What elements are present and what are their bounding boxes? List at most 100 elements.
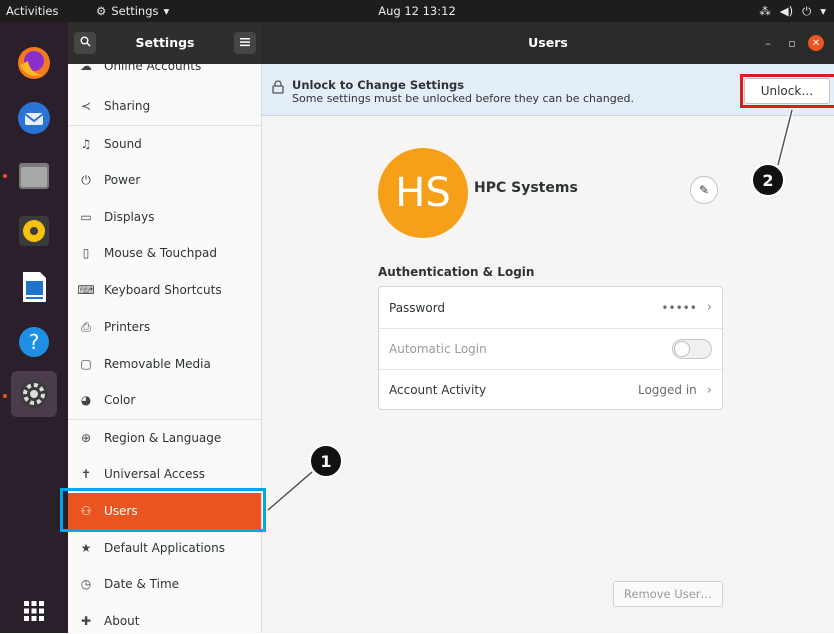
- clock-icon: ◷: [80, 577, 92, 591]
- sidebar-item-removable-media[interactable]: ▢ Removable Media: [68, 346, 261, 382]
- lock-icon: [272, 80, 286, 94]
- sidebar-item-sound[interactable]: ♫ Sound: [68, 126, 261, 162]
- search-icon: [80, 36, 91, 50]
- search-button[interactable]: [74, 32, 96, 54]
- firefox-icon[interactable]: [11, 40, 57, 86]
- sidebar-item-sharing[interactable]: ≺ Sharing: [68, 88, 261, 124]
- sidebar-item-color[interactable]: ◕ Color: [68, 382, 261, 418]
- svg-text:?: ?: [29, 330, 40, 354]
- settings-sidebar: ☁ Online Accounts ≺ Sharing ♫ Sound ⏻ Po…: [68, 64, 262, 633]
- sidebar-item-label: Displays: [104, 210, 155, 224]
- password-row[interactable]: Password ••••• ›: [379, 287, 722, 328]
- account-activity-row[interactable]: Account Activity Logged in ›: [379, 369, 722, 410]
- thunderbird-icon[interactable]: [11, 95, 57, 141]
- sidebar-item-label: Printers: [104, 320, 151, 334]
- sidebar-item-keyboard-shortcuts[interactable]: ⌨ Keyboard Shortcuts: [68, 272, 261, 308]
- toggle-knob: [674, 341, 690, 357]
- automatic-login-toggle[interactable]: [672, 339, 712, 359]
- rhythmbox-icon[interactable]: [11, 208, 57, 254]
- keyboard-icon: ⌨: [77, 283, 95, 297]
- remove-user-button[interactable]: Remove User…: [613, 581, 723, 607]
- sidebar-item-default-applications[interactable]: ★ Default Applications: [68, 530, 261, 566]
- hamburger-icon: [240, 36, 250, 50]
- user-name: HPC Systems: [474, 180, 578, 196]
- top-bar: Activities ⚙ Settings ▾ Aug 12 13:12 ⁂ ◀…: [0, 0, 834, 22]
- unlock-highlight-box: [740, 74, 834, 108]
- writer-icon[interactable]: [11, 264, 57, 310]
- caret-down-icon: ▾: [163, 4, 170, 18]
- help-icon[interactable]: ?: [11, 319, 57, 365]
- section-heading: Authentication & Login: [378, 265, 535, 279]
- maximize-button[interactable]: ▫: [784, 35, 800, 51]
- sidebar-item-power[interactable]: ⏻ Power: [68, 162, 261, 198]
- sidebar-title: Settings: [135, 35, 195, 50]
- sidebar-item-label: Removable Media: [104, 357, 211, 371]
- volume-icon: ◀): [779, 4, 794, 18]
- sidebar-item-label: Color: [104, 393, 136, 407]
- close-button[interactable]: ✕: [808, 35, 824, 51]
- unlock-subtitle: Some settings must be unlocked before th…: [292, 92, 634, 105]
- sidebar-item-label: Sharing: [104, 99, 151, 113]
- sidebar-item-date-time[interactable]: ◷ Date & Time: [68, 566, 261, 602]
- system-tray[interactable]: ⁂ ◀) ⏻ ▾: [759, 0, 826, 22]
- sidebar-item-printers[interactable]: ⎙ Printers: [68, 309, 261, 345]
- auth-list: Password ••••• › Automatic Login Account…: [378, 286, 723, 410]
- music-note-icon: ♫: [80, 137, 92, 151]
- accessibility-icon: ✝: [80, 467, 92, 481]
- account-activity-label: Account Activity: [389, 383, 487, 397]
- hamburger-menu-button[interactable]: [234, 32, 256, 54]
- share-icon: ≺: [80, 99, 92, 113]
- display-icon: ▭: [80, 210, 92, 224]
- sidebar-item-online-accounts[interactable]: ☁ Online Accounts: [68, 64, 261, 84]
- callout-badge-1: 1: [309, 444, 343, 478]
- plus-icon: ✚: [80, 614, 92, 628]
- color-icon: ◕: [80, 393, 92, 407]
- settings-icon[interactable]: [11, 371, 57, 417]
- sidebar-item-mouse-touchpad[interactable]: ▯ Mouse & Touchpad: [68, 235, 261, 271]
- star-icon: ★: [80, 541, 92, 555]
- files-icon[interactable]: [11, 152, 57, 198]
- app-grid-icon[interactable]: [11, 588, 57, 634]
- minimize-button[interactable]: –: [760, 35, 776, 51]
- media-icon: ▢: [80, 357, 92, 371]
- gear-icon: ⚙: [96, 4, 107, 18]
- avatar[interactable]: HS: [378, 148, 468, 238]
- sidebar-item-label: Power: [104, 173, 141, 187]
- sidebar-item-label: Mouse & Touchpad: [104, 246, 217, 260]
- cloud-icon: ☁: [80, 64, 92, 73]
- callout-badge-2: 2: [751, 163, 785, 197]
- sidebar-item-universal-access[interactable]: ✝ Universal Access: [68, 456, 261, 492]
- globe-icon: ⊕: [80, 431, 92, 445]
- sidebar-item-about[interactable]: ✚ About: [68, 603, 261, 633]
- sidebar-header: Settings: [68, 22, 262, 64]
- page-title: Users: [528, 35, 568, 50]
- mouse-icon: ▯: [82, 246, 90, 260]
- activities-button[interactable]: Activities: [6, 0, 58, 22]
- sidebar-item-displays[interactable]: ▭ Displays: [68, 199, 261, 235]
- users-highlight-box: [60, 488, 266, 532]
- edit-name-button[interactable]: ✎: [690, 176, 718, 204]
- users-panel: Unlock to Change Settings Some settings …: [262, 64, 834, 633]
- close-icon: ✕: [811, 37, 821, 49]
- maximize-icon: ▫: [788, 36, 796, 50]
- running-indicator: [3, 394, 7, 398]
- account-activity-value: Logged in: [637, 383, 697, 397]
- main-header: Users – ▫ ✕: [262, 22, 834, 64]
- running-indicator: [3, 174, 7, 178]
- sidebar-item-label: Region & Language: [104, 431, 222, 445]
- caret-down-icon: ▾: [820, 4, 826, 18]
- sidebar-item-label: About: [104, 614, 140, 628]
- network-icon: ⁂: [759, 4, 771, 18]
- sidebar-item-label: Default Applications: [104, 541, 225, 555]
- sidebar-item-label: Universal Access: [104, 467, 205, 481]
- printer-icon: ⎙: [81, 319, 91, 334]
- pencil-icon: ✎: [698, 183, 710, 197]
- app-menu[interactable]: ⚙ Settings ▾: [96, 0, 169, 22]
- password-value: •••••: [661, 300, 697, 315]
- automatic-login-row: Automatic Login: [379, 328, 722, 369]
- chevron-right-icon: ›: [706, 300, 712, 315]
- app-menu-label: Settings: [111, 4, 159, 18]
- sidebar-item-region-language[interactable]: ⊕ Region & Language: [68, 420, 261, 456]
- power-icon: ⏻: [802, 4, 812, 18]
- dock: ?: [0, 22, 68, 633]
